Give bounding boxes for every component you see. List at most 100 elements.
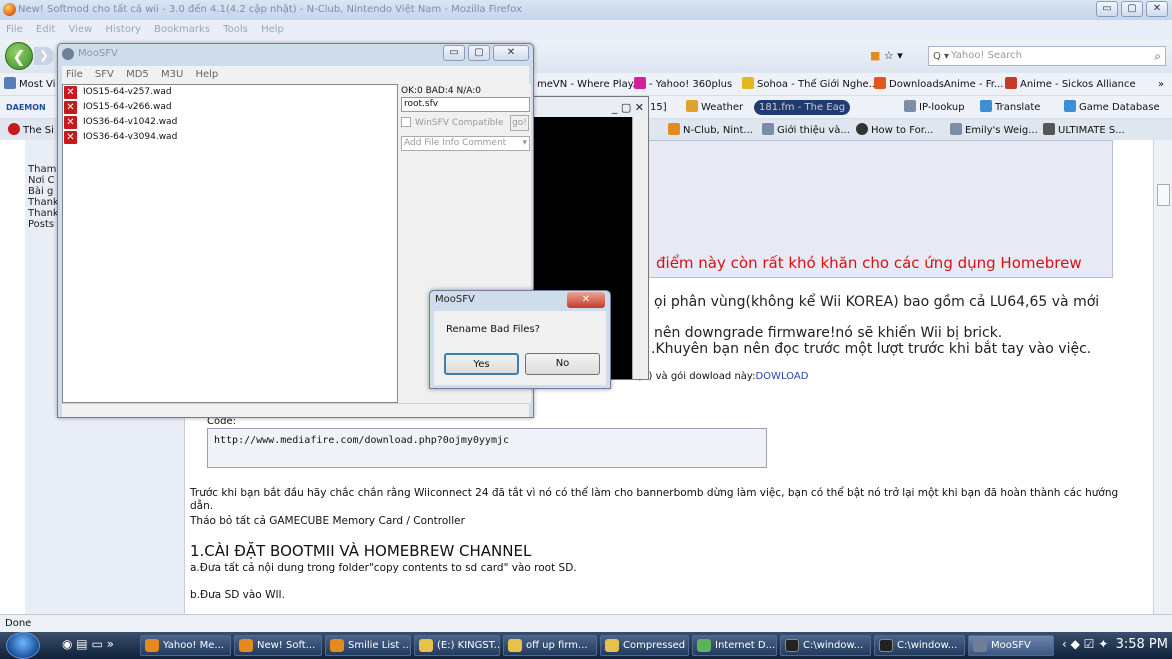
- post-line: nên downgrade firmware!nó sẽ khiến Wii b…: [654, 325, 1003, 341]
- dialog-body: Rename Bad Files? Yes No: [434, 311, 606, 385]
- menu-md5[interactable]: MD5: [126, 69, 149, 80]
- bookmark-overflow[interactable]: »: [1158, 73, 1164, 95]
- no-button[interactable]: No: [525, 353, 600, 375]
- taskbar-item[interactable]: C:\window...: [874, 635, 965, 656]
- go-button[interactable]: go!: [510, 115, 529, 131]
- download-link[interactable]: DOWLOAD: [755, 371, 808, 382]
- bad-file-icon: ✕: [64, 86, 77, 99]
- window-controls-icon[interactable]: _ ▢ ✕: [612, 98, 644, 118]
- taskbar-item[interactable]: Internet D...: [692, 635, 777, 656]
- menu-file[interactable]: File: [6, 24, 23, 35]
- moosfv-menu-bar: File SFV MD5 M3U Help: [62, 66, 529, 84]
- search-engine-icon[interactable]: Q ▾: [933, 48, 949, 66]
- clock[interactable]: 3:58 PM: [1116, 634, 1168, 656]
- radio-player[interactable]: 181.fm - The Eag: [754, 100, 851, 115]
- back-button[interactable]: ❮: [5, 42, 33, 70]
- post-step: a.Đưa tất cả nội dung trong folder"copy …: [190, 562, 577, 574]
- menu-sfv[interactable]: SFV: [95, 69, 114, 80]
- bookmark-item[interactable]: - Yahoo! 360plus: [634, 73, 732, 95]
- menu-bookmarks[interactable]: Bookmarks: [154, 24, 210, 35]
- start-button[interactable]: [6, 632, 40, 659]
- background-window-scrollbar[interactable]: [632, 117, 648, 379]
- tab[interactable]: Giới thiệu và...: [762, 119, 850, 141]
- scrollbar-thumb[interactable]: [1157, 184, 1170, 206]
- menu-file[interactable]: File: [66, 69, 83, 80]
- minimize-button[interactable]: ▭: [443, 45, 465, 61]
- maximize-button[interactable]: ▢: [468, 45, 490, 61]
- menu-bar: File Edit View History Bookmarks Tools H…: [0, 20, 1172, 39]
- taskbar-item[interactable]: (E:) KINGST...: [414, 635, 500, 656]
- bad-file-icon: ✕: [64, 131, 77, 144]
- close-button[interactable]: ✕: [493, 45, 529, 61]
- post-paragraph: Tháo bỏ tất cả GAMECUBE Memory Card / Co…: [190, 515, 465, 527]
- taskbar-item[interactable]: New! Soft...: [234, 635, 322, 656]
- firefox-icon: [3, 3, 16, 16]
- weather-button[interactable]: Weather: [686, 96, 743, 118]
- forward-button[interactable]: ❯: [34, 47, 54, 65]
- section-heading: 1.CÀI ĐẶT BOOTMII VÀ HOMEBREW CHANNEL: [190, 542, 532, 560]
- bookmark-item[interactable]: Most Vi: [4, 73, 55, 95]
- tab[interactable]: How to For...: [856, 119, 933, 141]
- code-box[interactable]: http://www.mediafire.com/download.php?0o…: [207, 428, 767, 468]
- sfv-filename-field[interactable]: root.sfv: [401, 97, 530, 112]
- menu-help[interactable]: Help: [195, 69, 218, 80]
- taskbar-item[interactable]: C:\window...: [780, 635, 871, 656]
- bookmark-item[interactable]: meVN - Where Play...: [537, 73, 642, 95]
- page-scrollbar[interactable]: [1153, 140, 1172, 614]
- close-button[interactable]: ✕: [1146, 1, 1168, 17]
- tab[interactable]: Emily's Weig...: [950, 119, 1038, 141]
- taskbar-item-active[interactable]: MooSFV: [968, 635, 1054, 656]
- game-database-button[interactable]: Game Database: [1064, 96, 1160, 118]
- moosfv-status-bar: [62, 403, 529, 417]
- menu-edit[interactable]: Edit: [36, 24, 55, 35]
- taskbar: ◉ ▤ ▭ » Yahoo! Me... New! Soft... Smilie…: [0, 632, 1172, 659]
- taskbar-item[interactable]: Smilie List ...: [325, 635, 411, 656]
- maximize-button[interactable]: ▢: [1121, 1, 1143, 17]
- file-row[interactable]: ✕ IOS15-64-v257.wad: [63, 85, 397, 100]
- post-step: b.Đưa SD vào WII.: [190, 589, 285, 601]
- taskbar-item[interactable]: Compressed: [600, 635, 689, 656]
- menu-m3u[interactable]: M3U: [161, 69, 183, 80]
- dialog-close-button[interactable]: ✕: [567, 292, 605, 308]
- file-list[interactable]: ✕ IOS15-64-v257.wad ✕ IOS15-64-v266.wad ✕ I…: [62, 84, 398, 403]
- search-icon[interactable]: ⌕: [1154, 47, 1161, 65]
- tab[interactable]: N-Club, Nint...: [668, 119, 753, 141]
- moosfv-titlebar: MooSFV ▭ ▢ ✕: [58, 44, 533, 66]
- taskbar-item[interactable]: off up firm...: [503, 635, 597, 656]
- dialog-title: MooSFV: [435, 294, 475, 305]
- post-line: ọi phân vùng(không kể Wii KOREA) bao gồm…: [654, 294, 1100, 310]
- menu-history[interactable]: History: [105, 24, 141, 35]
- search-placeholder: Yahoo! Search: [951, 50, 1022, 61]
- highlight-text: điểm này còn rất khó khăn cho các ứng dụ…: [656, 254, 1082, 272]
- ip-lookup-button[interactable]: IP-lookup: [904, 96, 965, 118]
- menu-help[interactable]: Help: [261, 24, 284, 35]
- moosfv-icon: [62, 48, 74, 60]
- post-line: .Khuyên bạn nên đọc trước một lượt trước…: [651, 341, 1092, 357]
- toolbar-item[interactable]: 15]: [650, 96, 667, 118]
- tab[interactable]: The Si: [8, 119, 54, 141]
- tab[interactable]: ULTIMATE S...: [1043, 119, 1125, 141]
- tray-icons[interactable]: ‹ ◆ ☑ ✦: [1062, 637, 1108, 651]
- search-input[interactable]: Q ▾ Yahoo! Search ⌕: [928, 46, 1166, 66]
- bookmark-item[interactable]: DownloadsAnime - Fr...: [874, 73, 1004, 95]
- file-row[interactable]: ✕ IOS36-64-v3094.wad: [63, 130, 397, 145]
- file-row[interactable]: ✕ IOS36-64-v1042.wad: [63, 115, 397, 130]
- menu-view[interactable]: View: [68, 24, 92, 35]
- dialog-message: Rename Bad Files?: [446, 324, 540, 335]
- menu-tools[interactable]: Tools: [223, 24, 248, 35]
- rss-star-icons[interactable]: ■ ☆ ▾: [870, 46, 928, 66]
- file-row[interactable]: ✕ IOS15-64-v266.wad: [63, 100, 397, 115]
- moosfv-title: MooSFV: [78, 48, 118, 59]
- yes-button[interactable]: Yes: [444, 353, 519, 375]
- quick-launch-icons[interactable]: ◉ ▤ ▭ »: [62, 637, 114, 651]
- winsfv-checkbox[interactable]: WinSFV Compatible: [401, 117, 503, 128]
- rename-dialog: MooSFV ✕ Rename Bad Files? Yes No: [429, 290, 611, 389]
- taskbar-item[interactable]: Yahoo! Me...: [140, 635, 231, 656]
- minimize-button[interactable]: ▭: [1096, 1, 1118, 17]
- file-info-comment-dropdown[interactable]: Add File Info Comment ▾: [401, 136, 530, 151]
- translate-button[interactable]: Translate: [980, 96, 1040, 118]
- bookmark-item[interactable]: Anime - Sickos Alliance: [1005, 73, 1136, 95]
- post-paragraph: Trước khi bạn bắt đầu hãy chắc chắn rằng…: [190, 487, 1119, 512]
- daemon-tools-logo[interactable]: DAEMON: [6, 96, 46, 118]
- bookmark-item[interactable]: Sohoa - Thế Giới Nghe...: [742, 73, 878, 95]
